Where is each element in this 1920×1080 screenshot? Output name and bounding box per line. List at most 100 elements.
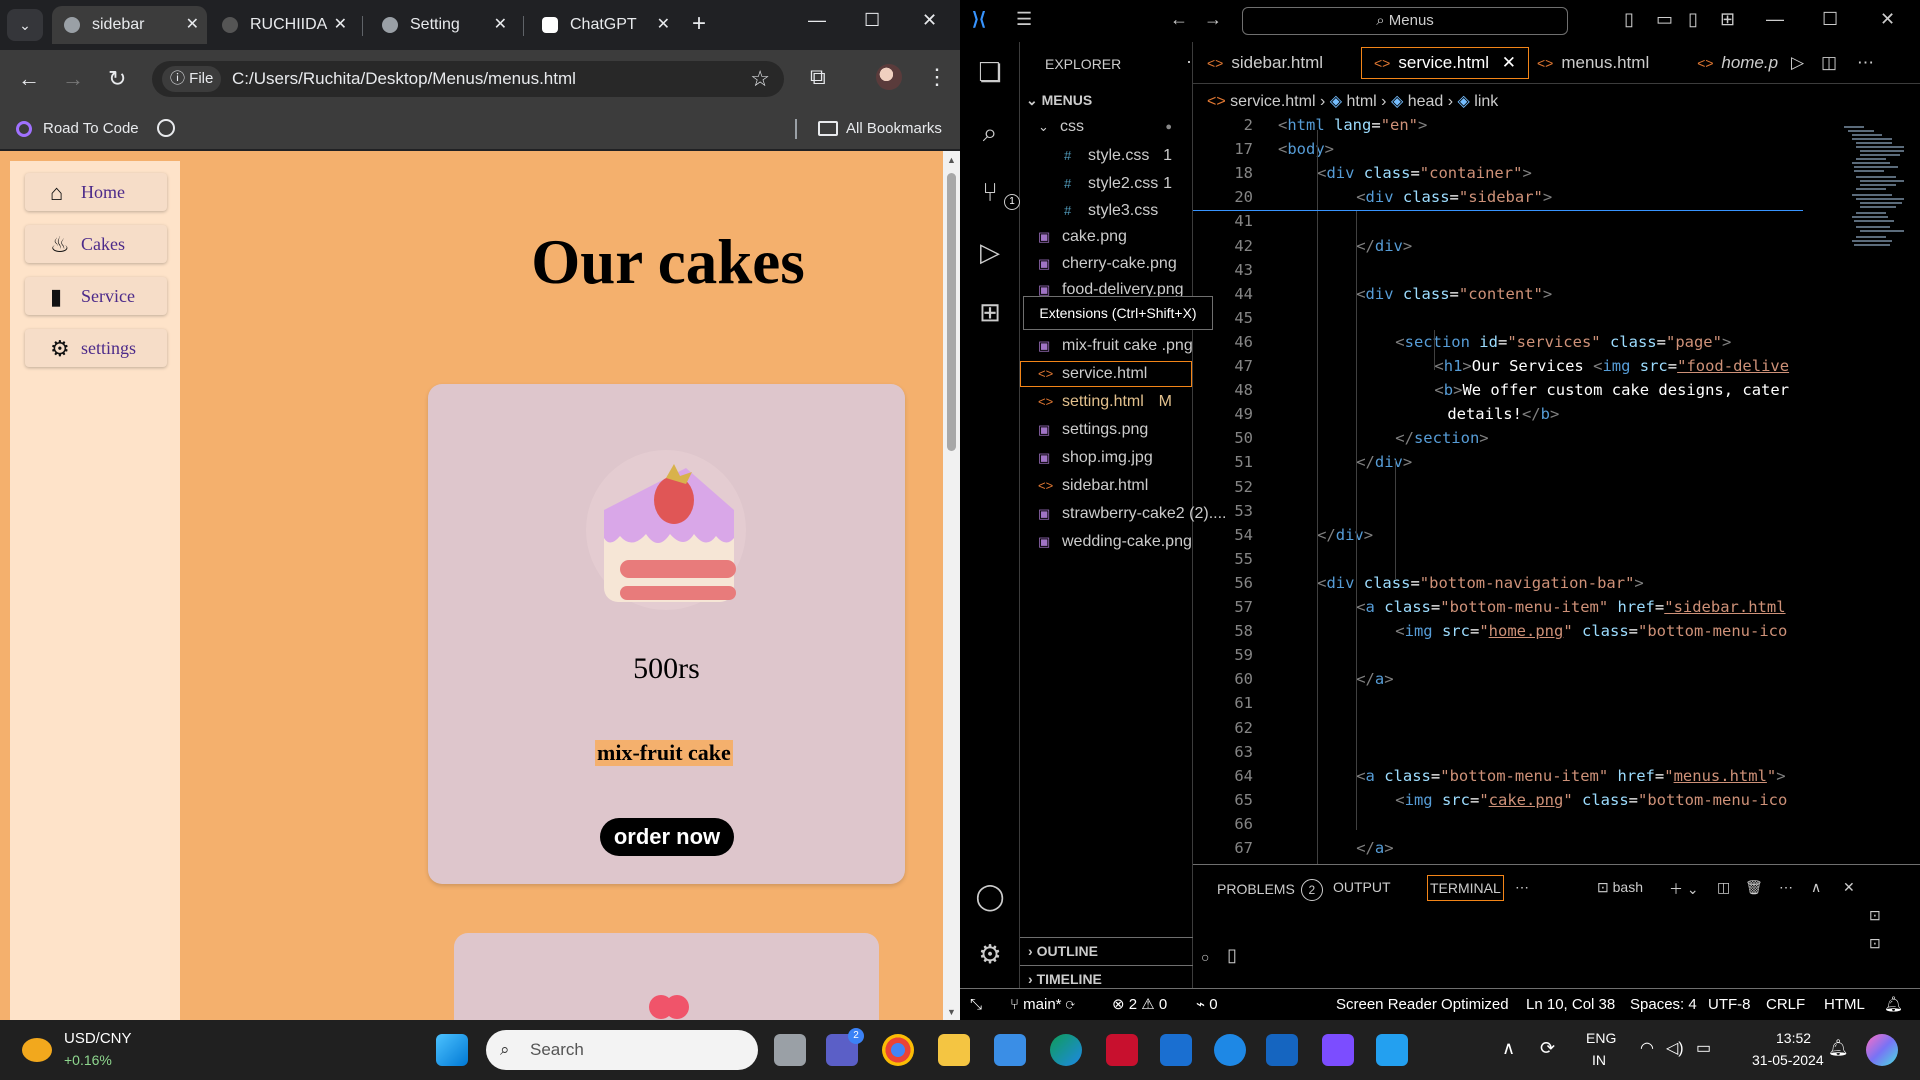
volume-icon[interactable]: ◁) <box>1666 1038 1684 1058</box>
editor-tab-home[interactable]: <> home.p <box>1697 42 1778 84</box>
split-terminal-icon[interactable]: ◫ <box>1717 879 1730 896</box>
code-line[interactable]: <div class="sidebar"> <box>1356 188 1552 206</box>
site-info-chip[interactable]: ⓘ File <box>162 66 222 92</box>
copilot-icon[interactable] <box>1866 1034 1898 1066</box>
encoding-status[interactable]: UTF-8 <box>1708 989 1751 1020</box>
code-line[interactable]: </a> <box>1356 839 1393 857</box>
region-label[interactable]: IN <box>1592 1052 1606 1068</box>
code-line[interactable]: <div class="container"> <box>1317 164 1532 182</box>
store-icon[interactable] <box>994 1034 1026 1066</box>
tab-chatgpt[interactable]: ChatGPT ✕ <box>530 6 678 44</box>
more-actions-icon[interactable]: ⋯ <box>1857 42 1874 84</box>
toggle-secondary-sidebar-icon[interactable]: ▯ <box>1688 9 1698 30</box>
file-item[interactable]: ▣ settings.png <box>1020 417 1192 443</box>
minimap[interactable] <box>1840 116 1910 286</box>
breadcrumb-item[interactable]: link <box>1474 93 1498 110</box>
minimize-icon[interactable]: — <box>1766 9 1784 30</box>
globe-icon[interactable] <box>157 119 175 137</box>
back-icon[interactable]: ← <box>1170 9 1188 30</box>
file-item[interactable]: # style.css 1 <box>1020 143 1192 169</box>
chevron-up-icon[interactable]: ∧ <box>1502 1038 1515 1059</box>
code-line[interactable]: </div> <box>1356 237 1412 255</box>
tab-github[interactable]: RUCHIIDA ✕ <box>210 6 355 44</box>
code-line[interactable]: </section> <box>1395 429 1488 447</box>
accounts-icon[interactable]: ◯ <box>974 880 1006 912</box>
close-window-icon[interactable]: ✕ <box>1880 9 1895 30</box>
task-view-icon[interactable] <box>774 1034 806 1066</box>
file-explorer-icon[interactable] <box>938 1034 970 1066</box>
file-item[interactable]: ⌄ css ● <box>1020 114 1192 140</box>
file-item[interactable]: <> service.html <box>1020 361 1192 387</box>
source-control-icon[interactable]: ⑂ 1 <box>974 176 1020 210</box>
code-line[interactable]: </div> <box>1356 453 1412 471</box>
code-line[interactable]: </div> <box>1317 526 1373 544</box>
sidebar-item-cakes[interactable]: ♨ Cakes <box>25 225 167 263</box>
code-line[interactable]: <html lang="en"> <box>1278 116 1427 134</box>
toggle-panel-icon[interactable]: ▭ <box>1656 9 1673 30</box>
screen-reader-status[interactable]: Screen Reader Optimized <box>1336 989 1509 1020</box>
code-line[interactable]: <b>We offer custom cake designs, cater <box>1434 381 1789 399</box>
file-item[interactable]: ▣ shop.img.jpg <box>1020 445 1192 471</box>
close-tab-icon[interactable]: ✕ <box>657 6 670 44</box>
close-panel-icon[interactable]: ✕ <box>1843 879 1855 896</box>
address-bar[interactable]: ⓘ File C:/Users/Ruchita/Desktop/Menus/me… <box>152 61 784 97</box>
remote-icon[interactable]: ⤡ <box>970 989 982 1020</box>
maximize-icon[interactable]: ☐ <box>864 10 880 31</box>
reload-icon[interactable]: ↻ <box>108 66 126 92</box>
code-line[interactable]: <img src="home.png" class="bottom-menu-i… <box>1395 622 1787 640</box>
language-mode[interactable]: HTML <box>1824 989 1865 1020</box>
gear-icon[interactable]: ⚙ <box>974 938 1006 970</box>
close-tab-icon[interactable]: ✕ <box>334 6 347 44</box>
edge-icon[interactable] <box>1050 1034 1082 1066</box>
more-actions-icon[interactable]: ⋯ <box>1515 879 1529 896</box>
code-editor[interactable]: 2 <html lang="en"> 17 <body> 18 <div class="c… <box>1193 116 1833 864</box>
language-label[interactable]: ENG <box>1586 1030 1616 1046</box>
ports-status[interactable]: ⌁ 0 <box>1196 989 1218 1020</box>
close-window-icon[interactable]: ✕ <box>922 10 937 31</box>
close-tab-icon[interactable]: ✕ <box>1502 53 1516 72</box>
help-icon[interactable] <box>1214 1034 1246 1066</box>
sync-icon[interactable]: ⟳ <box>1540 1038 1555 1059</box>
battery-icon[interactable]: ▭ <box>1696 1038 1711 1058</box>
tab-problems[interactable]: PROBLEMS 2 <box>1217 879 1323 901</box>
clock-time[interactable]: 13:52 <box>1776 1030 1811 1046</box>
app-icon[interactable] <box>1266 1034 1298 1066</box>
order-now-button[interactable]: order now <box>600 818 734 856</box>
myhp-icon[interactable] <box>1160 1034 1192 1066</box>
extensions-icon[interactable]: ⧉ <box>810 64 826 90</box>
tab-setting[interactable]: Setting ✕ <box>370 6 515 44</box>
all-bookmarks[interactable]: All Bookmarks <box>846 108 942 150</box>
file-item[interactable]: ▣ cake.png <box>1020 224 1192 250</box>
sidebar-item-home[interactable]: ⌂ Home <box>25 173 167 211</box>
command-center[interactable]: ⌕ Menus <box>1242 7 1568 35</box>
bell-icon[interactable]: 🔔︎ <box>1884 989 1903 1020</box>
code-line[interactable]: details!</b> <box>1447 405 1559 423</box>
minimize-icon[interactable]: — <box>808 10 826 31</box>
new-tab-button[interactable]: + <box>692 10 706 38</box>
code-line[interactable]: <div class="bottom-navigation-bar"> <box>1317 574 1644 592</box>
run-icon[interactable]: ▷ <box>1791 42 1804 84</box>
breadcrumb-item[interactable]: head <box>1408 93 1444 110</box>
trash-icon[interactable]: 🗑 <box>1745 879 1763 896</box>
back-icon[interactable]: ← <box>18 66 40 92</box>
scroll-thumb[interactable] <box>947 173 956 451</box>
teams-icon[interactable]: 2 <box>826 1028 864 1066</box>
url-text[interactable]: C:/Users/Ruchita/Desktop/Menus/menus.htm… <box>232 61 576 97</box>
code-line[interactable]: <section id="services" class="page"> <box>1395 333 1731 351</box>
file-item[interactable]: ▣ mix-fruit cake .png <box>1020 333 1193 359</box>
menu-icon[interactable]: ☰ <box>1016 9 1032 30</box>
wifi-icon[interactable]: ◠ <box>1640 1038 1654 1058</box>
close-tab-icon[interactable]: ✕ <box>494 6 507 44</box>
forward-icon[interactable]: → <box>1204 9 1222 30</box>
editor-tab-sidebar[interactable]: <> sidebar.html <box>1207 42 1323 84</box>
file-item[interactable]: ▣ strawberry-cake2 (2).... <box>1020 501 1226 527</box>
terminal-instance-icon[interactable]: ⊡ <box>1869 935 1881 952</box>
terminal-instance-icon[interactable]: ⊡ <box>1869 907 1881 924</box>
file-item[interactable]: # style3.css <box>1020 198 1192 224</box>
profile-avatar[interactable] <box>876 64 902 90</box>
eol-status[interactable]: CRLF <box>1766 989 1805 1020</box>
maximize-panel-icon[interactable]: ∧ <box>1811 879 1821 896</box>
sidebar-item-service[interactable]: ▮ Service <box>25 277 167 315</box>
breadcrumb-item[interactable]: html <box>1346 93 1376 110</box>
bookmark-star-icon[interactable]: ☆ <box>750 66 770 92</box>
